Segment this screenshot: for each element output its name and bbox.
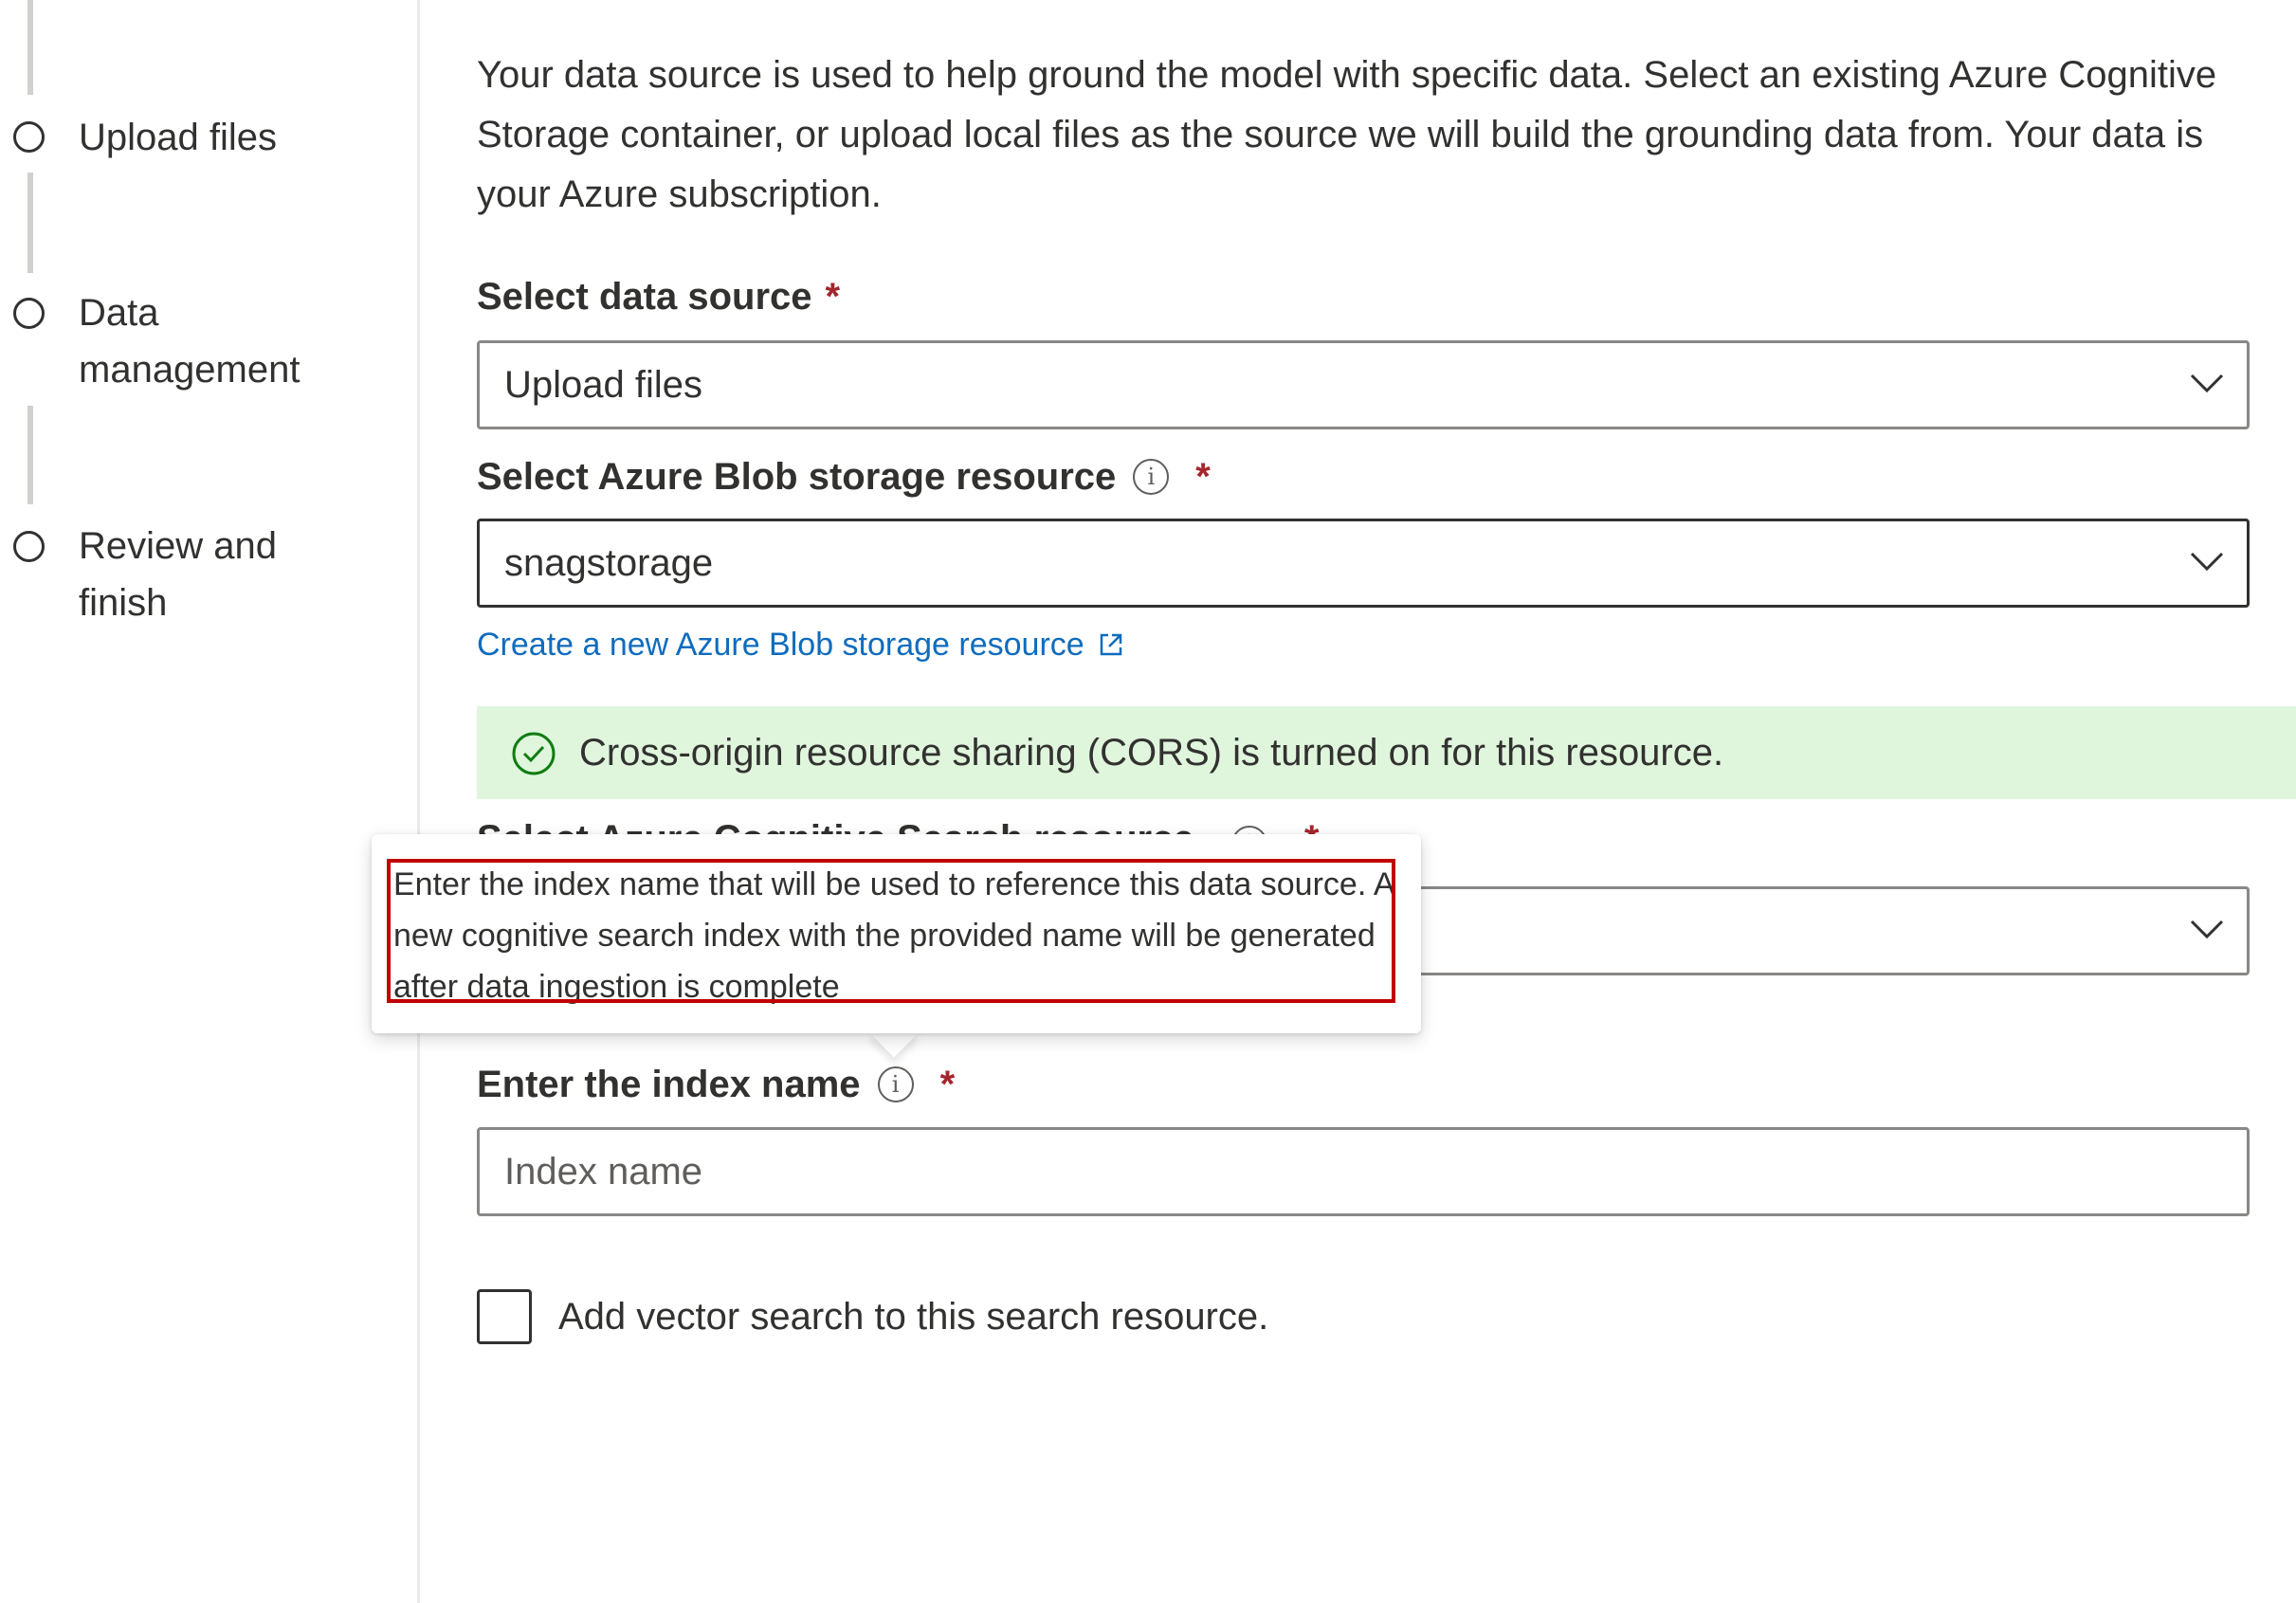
blob-storage-dropdown[interactable]: snagstorage xyxy=(477,519,2250,608)
step-indicator-review-and-finish xyxy=(13,531,45,562)
index-name-label: Enter the index name i * xyxy=(477,1061,955,1108)
step-label-review-and-finish[interactable]: Review and finish xyxy=(79,518,306,631)
step-indicator-data-management xyxy=(13,298,45,329)
create-blob-storage-link-text: Create a new Azure Blob storage resource xyxy=(477,627,1084,663)
data-source-label-text: Select data source xyxy=(477,276,812,318)
step-label-data-management[interactable]: Data management xyxy=(79,284,363,398)
panel-divider xyxy=(417,0,420,1603)
wizard-stepper: Upload files Data management Review and … xyxy=(0,0,417,1603)
chevron-down-icon xyxy=(2190,552,2224,572)
step-indicator-upload-files xyxy=(13,121,45,153)
checkmark-circle-icon xyxy=(512,732,556,775)
required-asterisk: * xyxy=(825,276,841,318)
index-name-label-text: Enter the index name xyxy=(477,1064,861,1105)
info-icon[interactable]: i xyxy=(1133,459,1170,495)
vector-search-option[interactable]: Add vector search to this search resourc… xyxy=(477,1289,1268,1344)
vector-search-label[interactable]: Add vector search to this search resourc… xyxy=(558,1296,1268,1339)
cors-success-banner: Cross-origin resource sharing (CORS) is … xyxy=(477,706,2296,799)
step-connector xyxy=(27,0,33,95)
intro-line: Storage container, or upload local files… xyxy=(477,114,2204,155)
intro-paragraph: Your data source is used to help ground … xyxy=(477,46,2296,225)
required-asterisk: * xyxy=(939,1064,956,1105)
step-label-upload-files[interactable]: Upload files xyxy=(79,109,401,166)
vector-search-checkbox[interactable] xyxy=(477,1289,532,1344)
intro-line: your Azure subscription. xyxy=(477,173,882,215)
index-name-input[interactable] xyxy=(477,1127,2250,1216)
open-in-new-window-icon xyxy=(1100,633,1121,656)
blob-storage-label-text: Select Azure Blob storage resource xyxy=(477,456,1117,498)
required-asterisk: * xyxy=(1195,456,1211,498)
blob-storage-label: Select Azure Blob storage resource i * xyxy=(477,453,1211,501)
create-blob-storage-link[interactable]: Create a new Azure Blob storage resource xyxy=(477,621,1124,668)
intro-line: Your data source is used to help ground … xyxy=(477,54,2217,96)
step-connector xyxy=(27,406,33,504)
chevron-down-icon xyxy=(2190,920,2224,939)
cors-banner-message: Cross-origin resource sharing (CORS) is … xyxy=(579,732,1724,774)
blob-storage-selected-value: snagstorage xyxy=(504,542,714,584)
data-source-dropdown[interactable]: Upload files xyxy=(477,340,2250,429)
info-icon[interactable]: i xyxy=(877,1066,914,1102)
annotation-highlight-box xyxy=(387,859,1395,1003)
data-source-label: Select data source * xyxy=(477,273,840,320)
step-connector xyxy=(27,173,33,273)
chevron-down-icon xyxy=(2190,373,2224,393)
data-source-selected-value: Upload files xyxy=(504,364,703,406)
